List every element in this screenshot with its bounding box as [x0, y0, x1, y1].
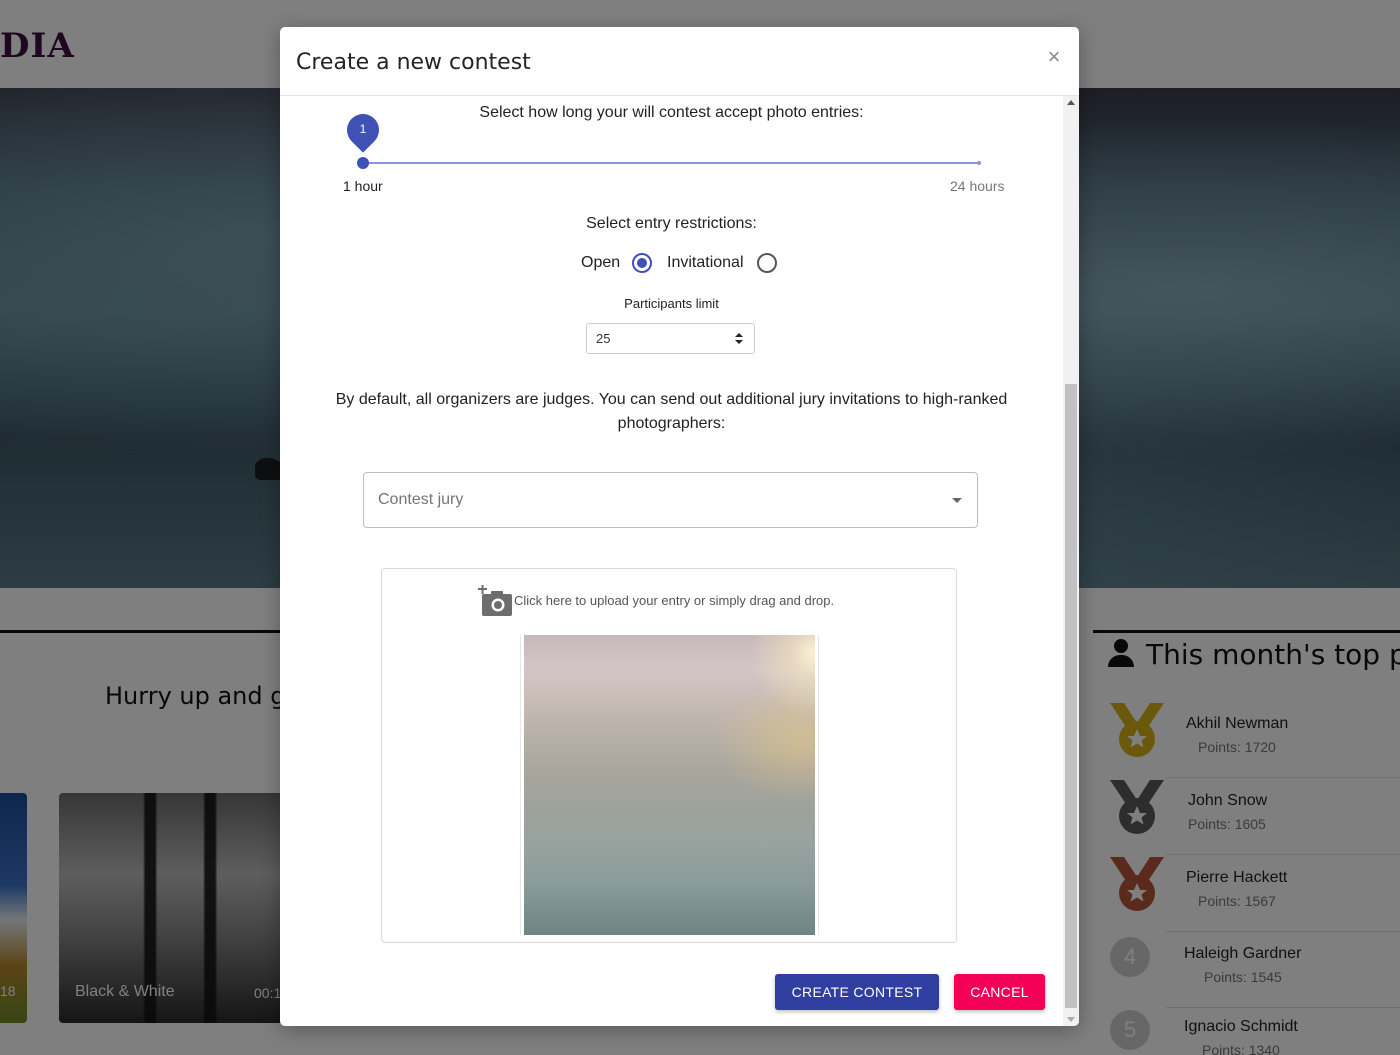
- contest-jury-placeholder: Contest jury: [378, 491, 464, 508]
- cancel-button[interactable]: CANCEL: [954, 974, 1045, 1010]
- dialog-header: Create a new contest ×: [280, 27, 1079, 96]
- invitational-radio[interactable]: [757, 253, 777, 273]
- duration-slider-thumb[interactable]: [357, 157, 369, 169]
- upload-hint[interactable]: Click here to upload your entry or simpl…: [478, 585, 898, 617]
- duration-label: Select how long your will contest accept…: [479, 104, 864, 121]
- scrollbar-thumb[interactable]: [1065, 384, 1077, 1008]
- restrictions-radio-group: Open Invitational: [581, 252, 821, 276]
- duration-slider-track[interactable]: [363, 162, 980, 164]
- close-icon[interactable]: ×: [1043, 46, 1065, 68]
- chevron-down-icon: [735, 340, 743, 344]
- contest-jury-select[interactable]: Contest jury: [363, 472, 978, 528]
- restrictions-label: Select entry restrictions:: [586, 215, 757, 232]
- uploaded-photo-preview: [524, 635, 815, 935]
- create-contest-dialog: Create a new contest × Select how long y…: [280, 27, 1079, 1026]
- create-contest-button[interactable]: CREATE CONTEST: [775, 974, 939, 1010]
- upload-dropzone[interactable]: Click here to upload your entry or simpl…: [381, 568, 957, 943]
- open-radio[interactable]: [632, 253, 652, 273]
- invitational-radio-label[interactable]: Invitational: [667, 254, 744, 272]
- scroll-up-arrow-icon[interactable]: [1067, 100, 1075, 105]
- participants-limit-label: Participants limit: [624, 296, 719, 311]
- slider-min-label: 1 hour: [343, 178, 383, 194]
- upload-instructions: Click here to upload your entry or simpl…: [514, 593, 835, 608]
- open-radio-label[interactable]: Open: [581, 254, 620, 272]
- slider-max-label: 24 hours: [950, 178, 1005, 194]
- dialog-scrollbar[interactable]: [1063, 96, 1079, 1026]
- slider-end-mark: [977, 161, 981, 165]
- dropdown-arrow-icon: [952, 498, 962, 503]
- dialog-title: Create a new contest: [296, 50, 531, 75]
- add-photo-icon: [478, 585, 512, 616]
- slider-value-label: 1: [359, 122, 367, 136]
- chevron-up-icon: [735, 333, 743, 337]
- jury-description: By default, all organizers are judges. Y…: [335, 391, 1008, 432]
- participants-limit-select[interactable]: 25: [586, 323, 755, 354]
- dialog-body: Select how long your will contest accept…: [280, 96, 1063, 1026]
- participants-limit-value: 25: [596, 331, 611, 346]
- scroll-down-arrow-icon[interactable]: [1067, 1017, 1075, 1022]
